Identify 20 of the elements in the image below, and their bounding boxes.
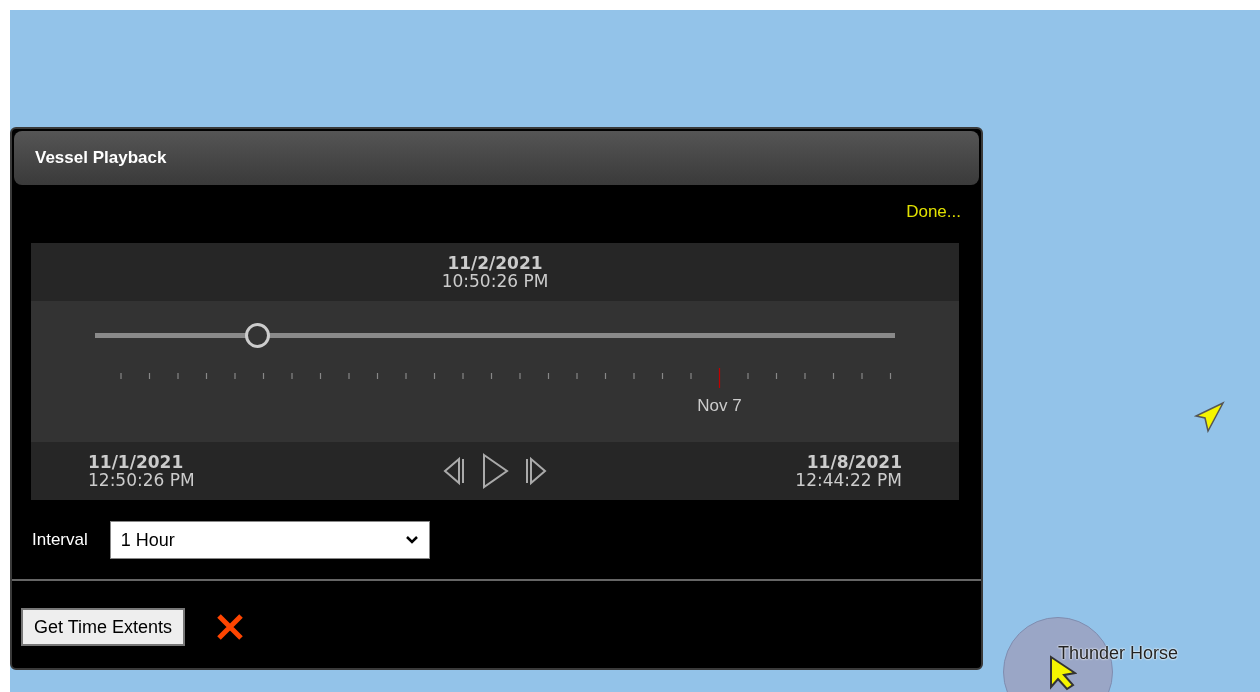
start-time: 12:50:26 PM — [88, 471, 195, 489]
done-link[interactable]: Done... — [906, 199, 961, 227]
slider-thumb[interactable] — [245, 323, 271, 348]
vessel-arrow-icon — [1193, 401, 1225, 433]
play-icon[interactable] — [480, 453, 510, 489]
step-forward-icon[interactable] — [524, 456, 548, 486]
close-icon[interactable] — [215, 612, 246, 642]
vessel-label: Thunder Horse — [1058, 642, 1179, 665]
interval-label: Interval — [32, 529, 88, 552]
chevron-down-icon — [404, 535, 419, 545]
current-date: 11/2/2021 — [447, 254, 543, 272]
start-date: 11/1/2021 — [88, 453, 184, 471]
end-date: 11/8/2021 — [806, 453, 902, 471]
current-time: 10:50:26 PM — [441, 272, 549, 290]
timeline-marker-label: Nov 7 — [697, 395, 742, 417]
get-time-extents-button[interactable]: Get Time Extents — [21, 608, 186, 646]
end-time: 12:44:22 PM — [795, 471, 902, 489]
step-back-icon[interactable] — [442, 456, 466, 486]
panel-title: Vessel Playback — [35, 147, 167, 170]
interval-select[interactable]: 1 Hour — [109, 521, 430, 559]
